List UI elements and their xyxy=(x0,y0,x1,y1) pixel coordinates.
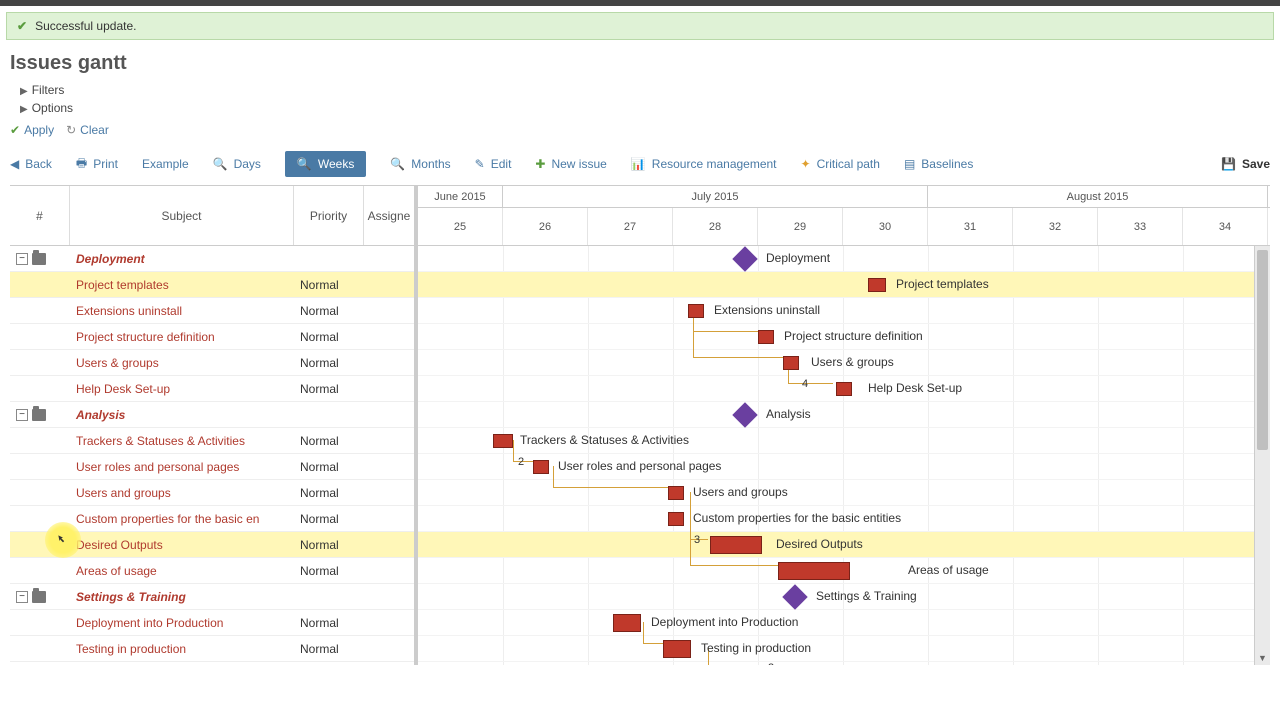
group-row-settings[interactable]: − Settings & Training xyxy=(10,584,414,610)
folder-icon xyxy=(32,591,46,603)
printer-icon: 🖶 xyxy=(76,154,87,175)
col-assignee[interactable]: Assigne xyxy=(364,186,414,245)
zoom-icon: 🔍 xyxy=(390,157,405,171)
collapse-icon[interactable]: − xyxy=(16,591,28,603)
print-button[interactable]: 🖶Print xyxy=(76,154,118,175)
task-row[interactable]: Users & groupsNormal xyxy=(10,350,414,376)
gantt-chart-body[interactable]: Deployment Project templates Extensions … xyxy=(418,246,1270,665)
drag-handle-highlight[interactable] xyxy=(45,522,81,558)
save-icon: 💾 xyxy=(1221,157,1236,171)
gantt-bar[interactable] xyxy=(778,562,850,580)
chart-icon: 📊 xyxy=(631,157,646,171)
options-toggle[interactable]: ▶Options xyxy=(0,99,1280,117)
col-priority[interactable]: Priority xyxy=(294,186,364,245)
task-row[interactable]: Trackers & Statuses & ActivitiesNormal xyxy=(10,428,414,454)
gantt-bar[interactable] xyxy=(688,304,704,318)
folder-icon xyxy=(32,253,46,265)
month-header: June 2015 July 2015 August 2015 xyxy=(418,186,1270,208)
milestone-icon[interactable] xyxy=(782,584,807,609)
task-row[interactable]: Extensions uninstallNormal xyxy=(10,298,414,324)
zoom-icon: 🔍 xyxy=(297,157,312,171)
left-header: # Subject Priority Assigne xyxy=(10,186,414,246)
gantt-bar[interactable] xyxy=(533,460,549,474)
spark-icon: ✦ xyxy=(801,157,811,171)
critical-path-button[interactable]: ✦Critical path xyxy=(801,157,880,171)
resource-mgmt-button[interactable]: 📊Resource management xyxy=(631,157,777,171)
apply-link[interactable]: ✔Apply xyxy=(10,123,54,137)
reload-icon: ↻ xyxy=(66,123,76,137)
gantt-left-pane: # Subject Priority Assigne − Deployment … xyxy=(10,186,418,665)
task-row[interactable]: Project templatesNormal xyxy=(10,272,414,298)
gantt-bar[interactable] xyxy=(868,278,886,292)
group-row-deployment[interactable]: − Deployment xyxy=(10,246,414,272)
gantt-bar[interactable] xyxy=(663,640,691,658)
toolbar: ◀Back 🖶Print Example 🔍Days 🔍Weeks 🔍Month… xyxy=(0,143,1280,185)
baseline-icon: ▤ xyxy=(904,157,915,171)
zoom-icon: 🔍 xyxy=(213,157,228,171)
days-button[interactable]: 🔍Days xyxy=(213,157,261,171)
task-row[interactable]: Testing in productionNormal xyxy=(10,636,414,662)
collapse-icon[interactable]: − xyxy=(16,253,28,265)
flash-message: Successful update. xyxy=(35,19,136,33)
new-issue-button[interactable]: ✚New issue xyxy=(535,157,606,171)
gantt-container: # Subject Priority Assigne − Deployment … xyxy=(10,185,1270,665)
save-button[interactable]: 💾Save xyxy=(1221,157,1270,171)
scrollbar-thumb[interactable] xyxy=(1257,250,1268,450)
example-button[interactable]: Example xyxy=(142,157,189,171)
weeks-button[interactable]: 🔍Weeks xyxy=(285,151,366,177)
baselines-button[interactable]: ▤Baselines xyxy=(904,157,973,171)
check-icon: ✔ xyxy=(10,123,20,137)
milestone-icon[interactable] xyxy=(732,246,757,271)
months-button[interactable]: 🔍Months xyxy=(390,157,450,171)
task-row[interactable]: User roles and personal pagesNormal xyxy=(10,454,414,480)
task-row[interactable]: Deployment into ProductionNormal xyxy=(10,610,414,636)
scroll-down-icon[interactable]: ▼ xyxy=(1255,651,1270,665)
edit-button[interactable]: ✎Edit xyxy=(475,157,512,171)
plus-icon: ✚ xyxy=(535,157,545,171)
gantt-bar[interactable] xyxy=(668,486,684,500)
top-nav-bar xyxy=(0,0,1280,6)
gantt-right-pane[interactable]: June 2015 July 2015 August 2015 25262728… xyxy=(418,186,1270,665)
gantt-bar[interactable] xyxy=(758,330,774,344)
chevron-right-icon: ▶ xyxy=(20,104,28,115)
week-header: 2526272829 3031323334 xyxy=(418,208,1270,246)
group-row-analysis[interactable]: − Analysis xyxy=(10,402,414,428)
col-subject[interactable]: Subject xyxy=(70,186,294,245)
task-row[interactable]: Areas of usageNormal xyxy=(10,558,414,584)
gantt-bar[interactable] xyxy=(668,512,684,526)
gantt-bar[interactable] xyxy=(493,434,513,448)
vertical-scrollbar[interactable]: ▲ ▼ xyxy=(1254,246,1270,665)
collapse-icon[interactable]: − xyxy=(16,409,28,421)
gantt-bar[interactable] xyxy=(783,356,799,370)
clear-link[interactable]: ↻Clear xyxy=(66,123,109,137)
col-num[interactable]: # xyxy=(10,186,70,245)
gantt-bar[interactable] xyxy=(710,536,762,554)
task-row[interactable]: Project structure definitionNormal xyxy=(10,324,414,350)
gantt-bar[interactable] xyxy=(836,382,852,396)
milestone-icon[interactable] xyxy=(732,402,757,427)
gantt-bar[interactable] xyxy=(613,614,641,632)
task-row[interactable]: Users and groupsNormal xyxy=(10,480,414,506)
task-row[interactable]: Roles, Trackers, Statuses, CustomNormal xyxy=(10,662,414,665)
check-icon: ✔ xyxy=(17,19,27,33)
filters-toggle[interactable]: ▶Filters xyxy=(0,81,1280,99)
folder-icon xyxy=(32,409,46,421)
chevron-right-icon: ▶ xyxy=(20,86,28,97)
move-cursor-icon xyxy=(56,533,70,547)
back-arrow-icon: ◀ xyxy=(10,157,19,171)
flash-success: ✔ Successful update. xyxy=(6,12,1274,40)
page-title: Issues gantt xyxy=(0,46,1280,81)
pencil-icon: ✎ xyxy=(475,157,485,171)
task-row[interactable]: Help Desk Set-upNormal xyxy=(10,376,414,402)
back-button[interactable]: ◀Back xyxy=(10,157,52,171)
